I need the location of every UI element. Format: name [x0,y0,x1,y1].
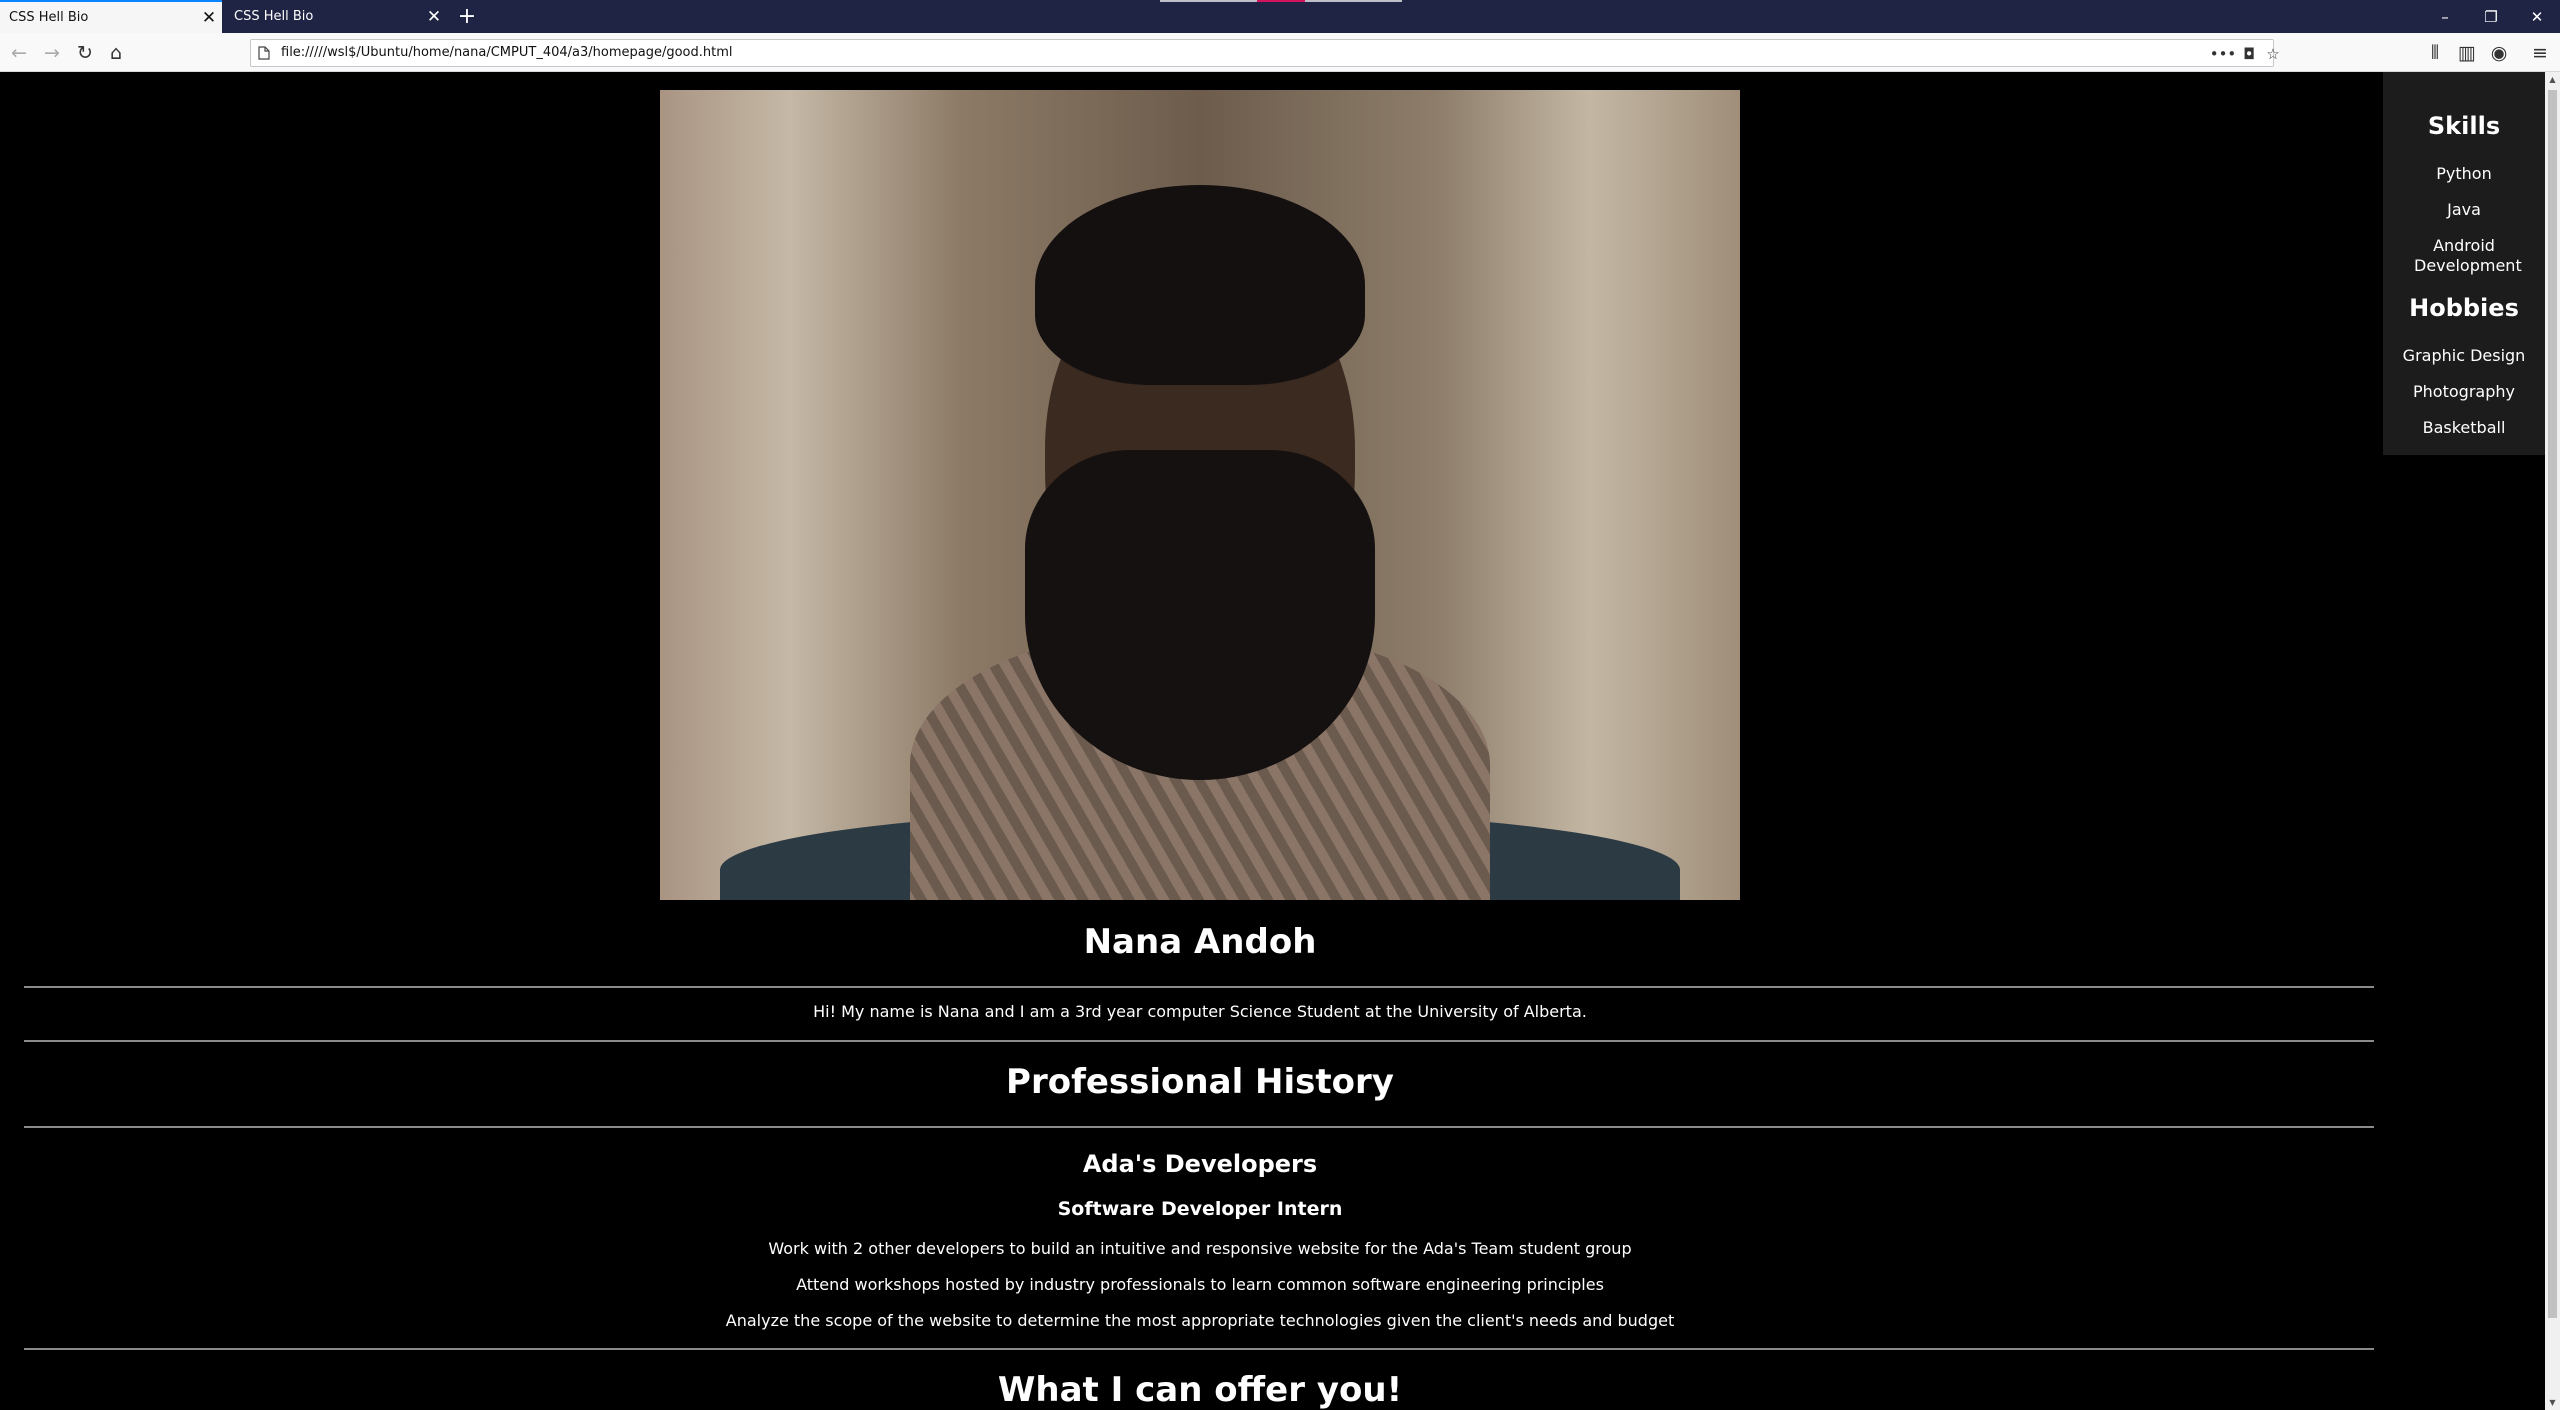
drag-indicator-accent [1257,0,1305,2]
hobby-item: Basketball [2422,418,2506,437]
tab-css-hell-bio[interactable]: CSS Hell Bio ✕ [225,0,447,33]
scroll-down-icon[interactable]: ▼ [2545,1395,2560,1410]
duty-item: Work with 2 other developers to build an… [768,1239,1632,1258]
profile-photo [660,90,1740,900]
hobby-item: Photography [2413,382,2515,401]
tab-css-hell-bio-active[interactable]: CSS Hell Bio ✕ [0,0,222,33]
hobby-item: Graphic Design [2402,346,2526,365]
tab-title: CSS Hell Bio [234,9,314,24]
page-viewport: Nana Andoh Hi! My name is Nana and I am … [0,72,2545,1410]
name-heading: Nana Andoh [1083,922,1317,962]
skill-item: Java [2447,200,2481,219]
page-actions-icon[interactable]: ••• [2210,42,2237,66]
role-heading: Software Developer Intern [1057,1198,1343,1220]
restore-icon[interactable]: ❐ [2468,0,2514,33]
tab-strip: CSS Hell Bio ✕ CSS Hell Bio ✕ + – ❐ ✕ [0,0,2560,33]
url-text[interactable]: file://///wsl$/Ubuntu/home/nana/CMPUT_40… [281,45,733,60]
drag-indicator [1160,0,1257,2]
home-icon[interactable]: ⌂ [101,38,131,68]
divider [24,1348,2374,1350]
minimize-icon[interactable]: – [2422,0,2468,33]
skill-item: Python [2436,164,2492,183]
skills-heading: Skills [2427,112,2501,140]
url-bar[interactable]: file://///wsl$/Ubuntu/home/nana/CMPUT_40… [250,39,2280,67]
offer-heading: What I can offer you! [997,1370,1403,1410]
menu-icon[interactable]: ≡ [2525,38,2555,68]
duty-item: Analyze the scope of the website to dete… [725,1311,1675,1330]
duty-item: Attend workshops hosted by industry prof… [796,1275,1604,1294]
bookmark-star-icon[interactable]: ☆ [2261,42,2285,66]
vertical-scrollbar[interactable]: ▲ ▼ [2545,72,2560,1410]
forward-icon[interactable]: → [37,38,67,68]
back-icon[interactable]: ← [4,38,34,68]
tab-title: CSS Hell Bio [9,10,89,25]
divider [24,986,2374,988]
sidebar-toggle-icon[interactable]: ▥ [2452,38,2482,68]
scrollbar-thumb[interactable] [2548,90,2557,1318]
pocket-icon[interactable]: ◘ [2237,42,2261,66]
plus-icon[interactable]: + [452,0,482,33]
reload-icon[interactable]: ↻ [70,38,100,68]
drag-indicator [1305,0,1402,2]
sidebar: Skills Python Java Android Development H… [2383,72,2545,455]
divider [24,1040,2374,1042]
company-heading: Ada's Developers [1082,1150,1318,1178]
close-window-icon[interactable]: ✕ [2514,0,2560,33]
professional-history-heading: Professional History [1006,1062,1394,1102]
page-icon [257,45,271,61]
library-icon[interactable]: ⫴ [2420,38,2450,68]
scroll-up-icon[interactable]: ▲ [2545,72,2560,87]
bio-text: Hi! My name is Nana and I am a 3rd year … [813,1002,1587,1021]
account-icon[interactable]: ◉ [2484,38,2514,68]
close-tab-icon[interactable]: ✕ [421,0,447,33]
navigation-toolbar: ← → ↻ ⌂ file://///wsl$/Ubuntu/home/nana/… [0,33,2560,72]
close-tab-icon[interactable]: ✕ [196,1,222,34]
divider [24,1126,2374,1128]
skill-item: Android Development [2414,236,2522,275]
hobbies-heading: Hobbies [2409,294,2519,322]
